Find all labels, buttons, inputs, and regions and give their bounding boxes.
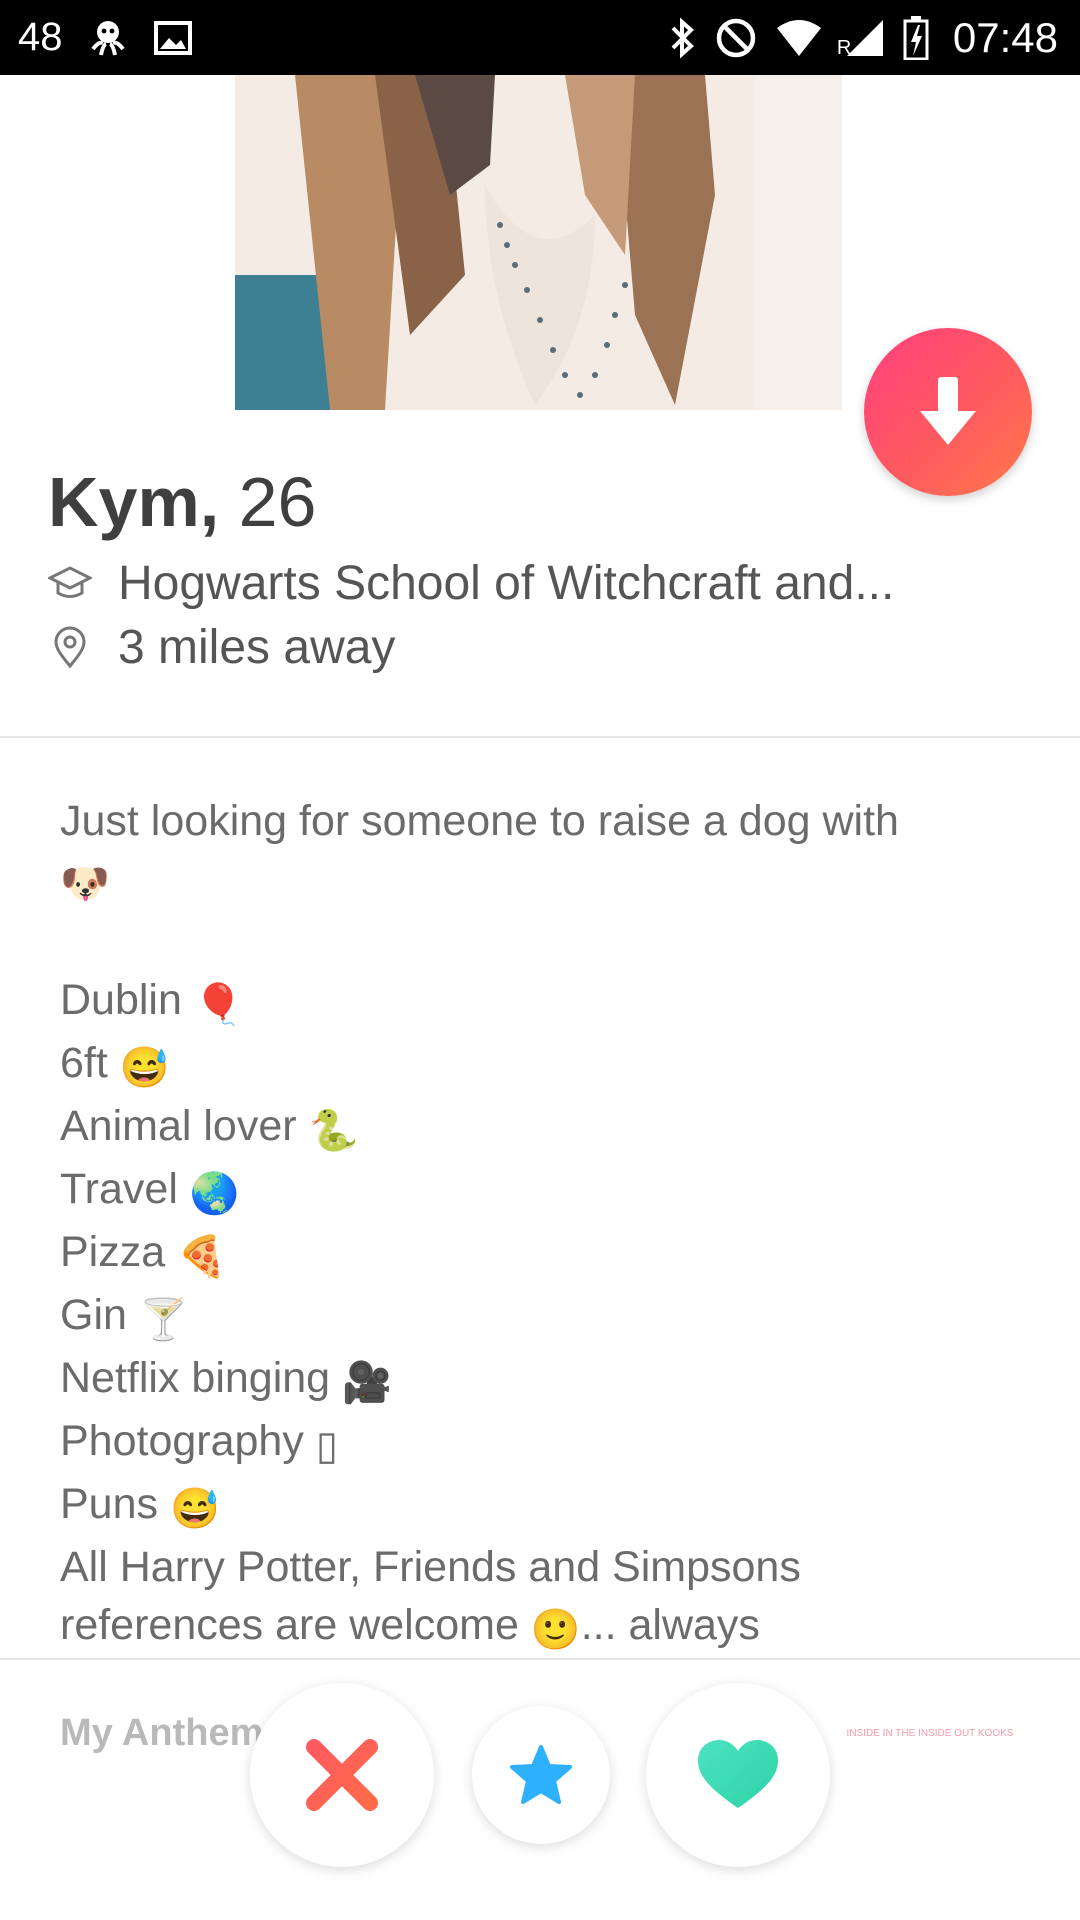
bio-line-text: Pizza <box>60 1228 166 1276</box>
bio-blank-line <box>60 913 1020 971</box>
bio-line: Animal lover 🐍 <box>60 1097 1020 1160</box>
clock: 07:48 <box>952 13 1058 61</box>
bio-line-suffix: ... always <box>580 1601 760 1649</box>
slight-smile-emoji-icon: 🙂 <box>530 1608 581 1652</box>
missing-glyph-icon: ▯ <box>315 1424 338 1468</box>
profile-age: 26 <box>238 463 317 541</box>
star-icon <box>509 1744 573 1806</box>
bio-line: Photography ▯ <box>60 1412 1020 1475</box>
arrow-down-icon <box>918 377 978 447</box>
bio-line: Travel 🌏 <box>60 1160 1020 1223</box>
smile-sweat-emoji-icon: 😅 <box>170 1487 220 1531</box>
bio-line-text: All Harry Potter, Friends and Simpsons <box>60 1543 801 1591</box>
cocktail-emoji-icon: 🍸 <box>138 1298 189 1342</box>
bio-line: Pizza 🍕 <box>60 1223 1020 1286</box>
divider <box>0 1658 1080 1660</box>
balloon-emoji-icon: 🎈 <box>193 983 244 1027</box>
bio-line-text: Animal lover <box>60 1102 297 1150</box>
battery-icon <box>903 15 929 60</box>
distance-text: 3 miles away <box>118 621 396 674</box>
bio-line-text: Gin <box>60 1291 127 1339</box>
school-row: Hogwarts School of Witchcraft and... <box>48 556 894 611</box>
bio-line: Dublin 🎈 <box>60 971 1020 1034</box>
do-not-disturb-icon <box>715 17 757 59</box>
bio-line-text: Puns <box>60 1480 159 1528</box>
nope-button[interactable] <box>250 1683 434 1867</box>
bio-line: All Harry Potter, Friends and Simpsons <box>60 1538 1020 1596</box>
bio-line: Gin 🍸 <box>60 1286 1020 1349</box>
bio-line-text: Travel <box>60 1165 178 1213</box>
image-icon <box>153 20 193 56</box>
movie-camera-emoji-icon: 🎥 <box>342 1361 392 1405</box>
distance-row: 3 miles away <box>48 620 395 675</box>
bio-line: 🐶 <box>60 850 1020 913</box>
wifi-icon <box>775 18 823 58</box>
bio-line: Netflix binging 🎥 <box>60 1349 1020 1412</box>
divider <box>0 736 1080 738</box>
bio-line-text: 6ft <box>60 1039 108 1087</box>
profile-name-age: Kym, 26 <box>48 462 317 542</box>
super-like-button[interactable] <box>472 1706 610 1844</box>
pizza-emoji-icon: 🍕 <box>177 1235 227 1279</box>
status-bar: 48 R 07:48 <box>0 0 1080 75</box>
bio-line: Just looking for someone to raise a dog … <box>60 792 1020 850</box>
signal-icon: R <box>837 18 885 59</box>
my-anthem-label: My Anthem <box>60 1712 264 1754</box>
octopus-icon <box>85 15 131 61</box>
bio-section: Just looking for someone to raise a dog … <box>60 792 1020 1659</box>
heart-icon <box>696 1738 780 1812</box>
like-button[interactable] <box>646 1683 830 1867</box>
close-icon <box>304 1737 380 1813</box>
bio-line-text: Dublin <box>60 976 182 1024</box>
globe-emoji-icon: 🌏 <box>189 1172 240 1216</box>
watermark: INSIDE IN THE INSIDE OUT KOOKS <box>846 1728 1014 1739</box>
graduation-cap-icon <box>48 562 92 606</box>
collapse-profile-button[interactable] <box>864 328 1032 496</box>
dog-emoji-icon: 🐶 <box>60 862 110 906</box>
location-pin-icon <box>48 626 92 670</box>
bio-line-text: Just looking for someone to raise a dog … <box>60 797 899 845</box>
bio-line-text: Photography <box>60 1417 304 1465</box>
bio-line-text: Netflix binging <box>60 1354 331 1402</box>
notification-count: 48 <box>18 15 63 59</box>
bio-line: references are welcome 🙂... always <box>60 1596 1020 1659</box>
roaming-indicator: R <box>836 36 852 59</box>
profile-name: Kym, <box>48 463 220 541</box>
bio-line: Puns 😅 <box>60 1475 1020 1538</box>
profile-photo[interactable] <box>235 75 842 410</box>
bio-line-text: references are welcome <box>60 1601 519 1649</box>
bluetooth-icon <box>669 16 697 60</box>
snake-emoji-icon: 🐍 <box>308 1109 359 1153</box>
bio-line: 6ft 😅 <box>60 1034 1020 1097</box>
school-text: Hogwarts School of Witchcraft and... <box>118 557 895 610</box>
smile-sweat-emoji-icon: 😅 <box>119 1046 170 1090</box>
